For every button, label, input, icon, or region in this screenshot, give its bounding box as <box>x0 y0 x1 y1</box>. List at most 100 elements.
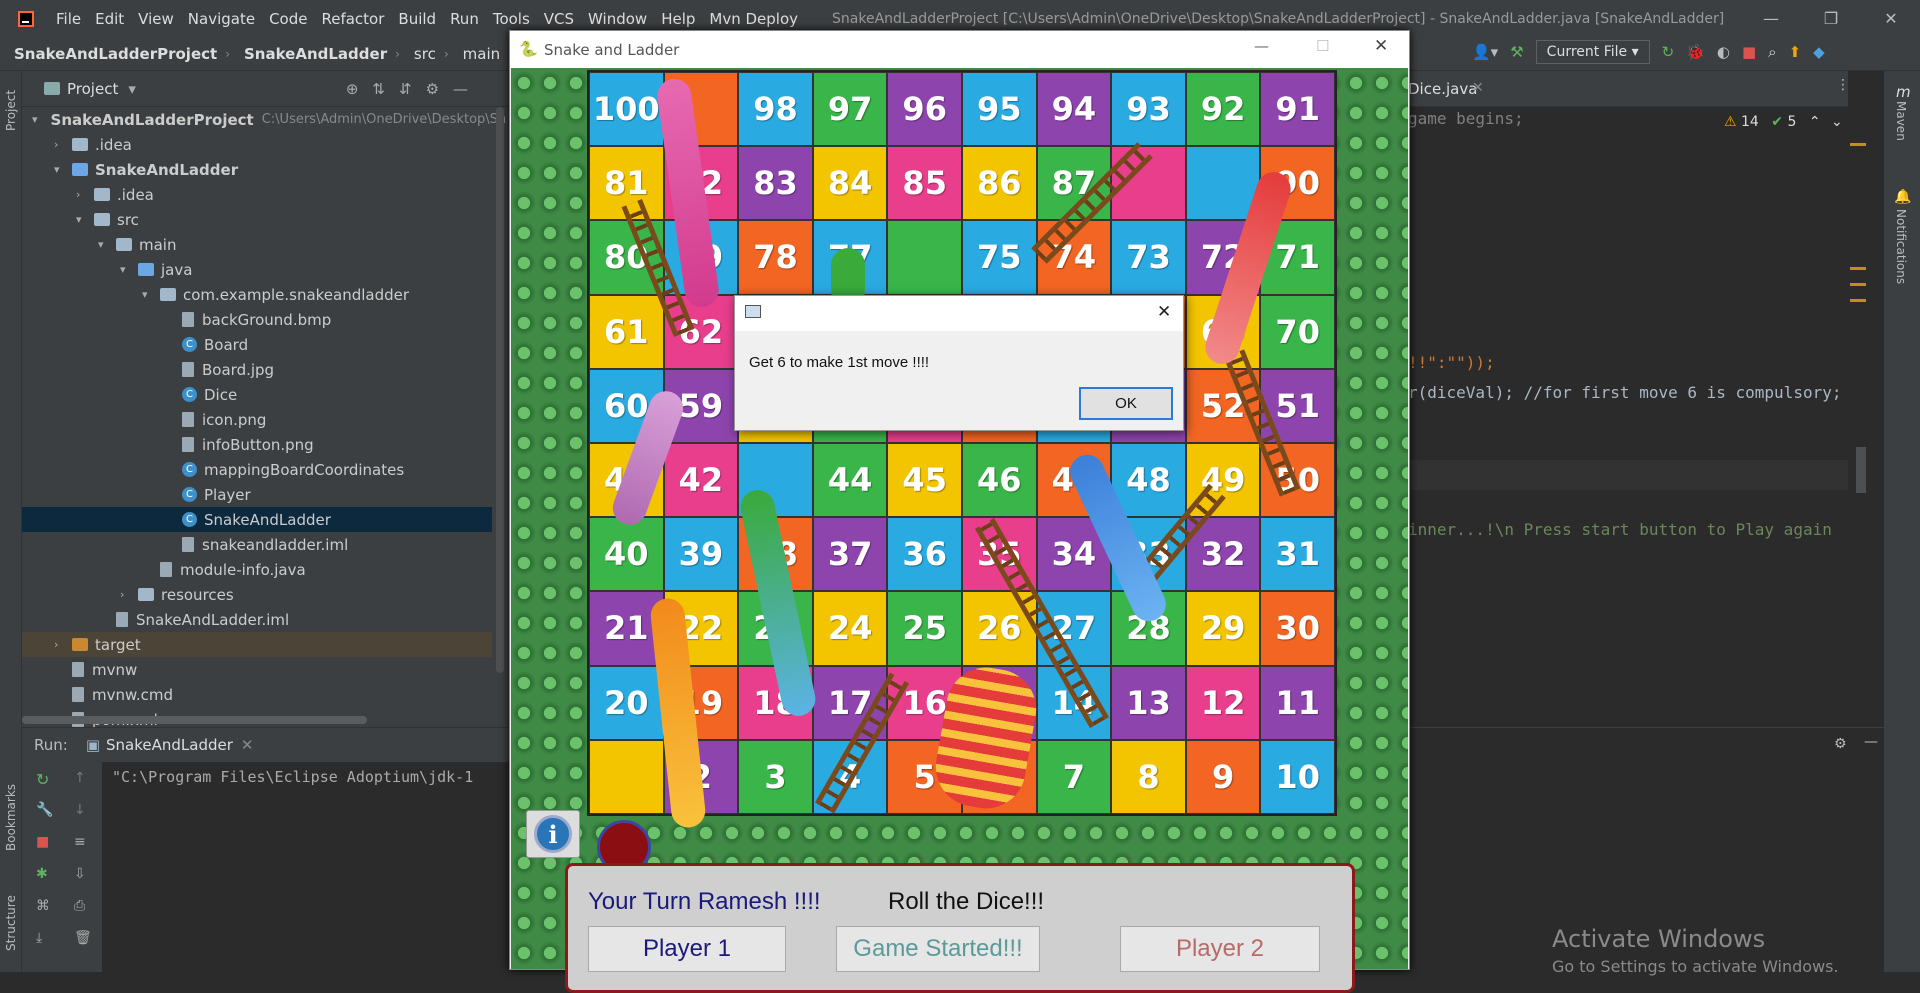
tree-class-player[interactable]: C Player <box>22 482 492 507</box>
user-icon[interactable]: 👤▾ <box>1472 43 1498 61</box>
debug-icon[interactable]: ✱ <box>36 866 48 882</box>
trash-icon[interactable]: 🗑 <box>74 930 92 946</box>
print-icon[interactable]: ⎙ <box>74 898 85 914</box>
scroll-end-icon[interactable]: ⤓ <box>36 930 42 946</box>
camera-icon[interactable]: ⌘ <box>36 898 50 914</box>
rerun-icon[interactable]: ↻ <box>36 770 49 789</box>
info-button[interactable]: i <box>526 810 580 858</box>
close-icon[interactable]: ✕ <box>1157 302 1171 322</box>
menu-mvn-deploy[interactable]: Mvn Deploy <box>709 10 798 28</box>
tree-folder-java[interactable]: ▾ java <box>22 257 492 282</box>
tree-folder-resources[interactable]: › resources <box>22 582 492 607</box>
tree-root-project[interactable]: ▾ SnakeAndLadderProject C:\Users\Admin\One… <box>22 107 506 132</box>
build-hammer-icon[interactable]: ⚒ <box>1510 43 1523 61</box>
close-icon[interactable]: ✕ <box>1868 0 1914 37</box>
notifications-tool-tab[interactable]: Notifications <box>1894 209 1908 284</box>
tree-file-mvnw-cmd[interactable]: mvnw.cmd <box>22 682 492 707</box>
panel-toolbar-icons[interactable]: ⊕⇅⇵⚙— <box>346 80 482 98</box>
tree-folder-idea[interactable]: › .idea <box>22 132 492 157</box>
settings-wrench-icon[interactable]: 🔧 <box>36 802 53 818</box>
search-icon[interactable]: ⌕ <box>1768 43 1776 61</box>
project-panel-title[interactable]: Project <box>67 80 118 98</box>
tree-class-snakeandladder[interactable]: C SnakeAndLadder <box>22 507 492 532</box>
plugin-logo-icon[interactable]: ◆ <box>1813 43 1825 61</box>
more-options-icon[interactable]: ⋮ <box>1836 77 1850 93</box>
run-config-select[interactable]: Current File ▾ <box>1535 40 1650 64</box>
bookmarks-tool-tab[interactable]: Bookmarks <box>4 784 18 851</box>
minimize-icon[interactable]: — <box>1254 37 1269 55</box>
ok-button[interactable]: OK <box>1079 387 1173 420</box>
expand-arrow-icon[interactable]: › <box>54 138 66 151</box>
tree-folder-idea[interactable]: › .idea <box>22 182 492 207</box>
menu-code[interactable]: Code <box>269 10 307 28</box>
menu-refactor[interactable]: Refactor <box>321 10 384 28</box>
menu-vcs[interactable]: VCS <box>544 10 574 28</box>
menu-navigate[interactable]: Navigate <box>188 10 255 28</box>
arrow-down-icon[interactable]: ↓ <box>74 802 86 818</box>
tree-file-icon[interactable]: icon.png <box>22 407 492 432</box>
vertical-scrollbar[interactable] <box>496 107 504 673</box>
restore-icon[interactable]: ❐ <box>1808 0 1854 37</box>
tree-folder-main[interactable]: ▾ main <box>22 232 492 257</box>
menu-run[interactable]: Run <box>450 10 479 28</box>
tree-folder-src[interactable]: ▾ src <box>22 207 492 232</box>
tree-file-board-jpg[interactable]: Board.jpg <box>22 357 492 382</box>
horizontal-scrollbar[interactable] <box>22 716 367 724</box>
tree-file-infobutton[interactable]: infoButton.png <box>22 432 492 457</box>
console-output[interactable]: "C:\Program Files\Eclipse Adoptium\jdk-1 <box>102 762 512 972</box>
scroll-to-end-icon[interactable]: ⇩ <box>74 866 86 882</box>
update-icon[interactable]: ⬆ <box>1789 43 1802 61</box>
tree-file-iml[interactable]: snakeandladder.iml <box>22 532 492 557</box>
close-tab-icon[interactable]: ✕ <box>241 736 254 754</box>
expand-arrow-icon[interactable]: ▾ <box>32 113 38 126</box>
rerun-icon[interactable]: ↻ <box>1662 43 1675 61</box>
maximize-icon[interactable]: ☐ <box>1316 37 1329 55</box>
breadcrumb-main[interactable]: main <box>463 45 500 63</box>
game-started-button[interactable]: Game Started!!! <box>836 926 1040 972</box>
menu-build[interactable]: Build <box>398 10 436 28</box>
breadcrumb-project[interactable]: SnakeAndLadderProject <box>14 45 217 63</box>
tree-folder-target[interactable]: › target <box>22 632 492 657</box>
gear-icon[interactable]: ⚙ <box>1834 736 1847 752</box>
inspection-widget[interactable]: ⚠ 14 ✔ 5 ⌃ ⌄ <box>1724 114 1843 130</box>
stop-icon[interactable]: ■ <box>1742 43 1756 61</box>
breadcrumb-src[interactable]: src <box>414 45 436 63</box>
expand-arrow-icon[interactable]: ▾ <box>54 163 66 176</box>
player2-button[interactable]: Player 2 <box>1120 926 1320 972</box>
tree-module-snakeandladder[interactable]: ▾ SnakeAndLadder <box>22 157 492 182</box>
menu-window[interactable]: Window <box>588 10 647 28</box>
chevron-down-icon[interactable]: ▾ <box>128 80 136 98</box>
tree-file-background[interactable]: backGround.bmp <box>22 307 492 332</box>
stop-icon[interactable]: ■ <box>36 834 49 850</box>
expand-arrow-icon[interactable]: › <box>120 588 132 601</box>
expand-arrow-icon[interactable]: › <box>76 188 88 201</box>
minimize-icon[interactable]: — <box>1748 0 1794 37</box>
minimize-panel-icon[interactable]: — <box>1864 734 1878 750</box>
structure-tool-tab[interactable]: Structure <box>4 895 18 951</box>
close-icon[interactable]: ✕ <box>1374 36 1388 56</box>
debug-bug-icon[interactable]: 🐞 <box>1686 43 1705 61</box>
tree-class-dice[interactable]: C Dice <box>22 382 492 407</box>
expand-arrow-icon[interactable]: ▾ <box>142 288 154 301</box>
tree-class-board[interactable]: C Board <box>22 332 492 357</box>
soft-wrap-icon[interactable]: ≡ <box>74 834 86 850</box>
menu-help[interactable]: Help <box>661 10 695 28</box>
breadcrumb-module[interactable]: SnakeAndLadder <box>244 45 387 63</box>
menu-file[interactable]: File <box>56 10 81 28</box>
menu-edit[interactable]: Edit <box>95 10 124 28</box>
menu-view[interactable]: View <box>138 10 174 28</box>
project-tool-tab[interactable]: Project <box>4 90 18 131</box>
menu-tools[interactable]: Tools <box>493 10 530 28</box>
run-tab[interactable]: SnakeAndLadder <box>106 736 233 754</box>
expand-arrow-icon[interactable]: › <box>54 638 66 651</box>
chevron-up-icon[interactable]: ⌃ <box>1809 114 1821 130</box>
tree-package[interactable]: ▾ com.example.snakeandladder <box>22 282 492 307</box>
close-tab-icon[interactable]: ✕ <box>1472 80 1484 96</box>
chevron-down-icon[interactable]: ⌄ <box>1831 114 1843 130</box>
coverage-shield-icon[interactable]: ◐ <box>1717 43 1730 61</box>
tree-file-mvnw[interactable]: mvnw <box>22 657 492 682</box>
expand-arrow-icon[interactable]: ▾ <box>76 213 88 226</box>
tree-file-module-info[interactable]: module-info.java <box>22 557 492 582</box>
maven-tool-tab[interactable]: Maven <box>1894 101 1908 141</box>
player1-button[interactable]: Player 1 <box>588 926 786 972</box>
